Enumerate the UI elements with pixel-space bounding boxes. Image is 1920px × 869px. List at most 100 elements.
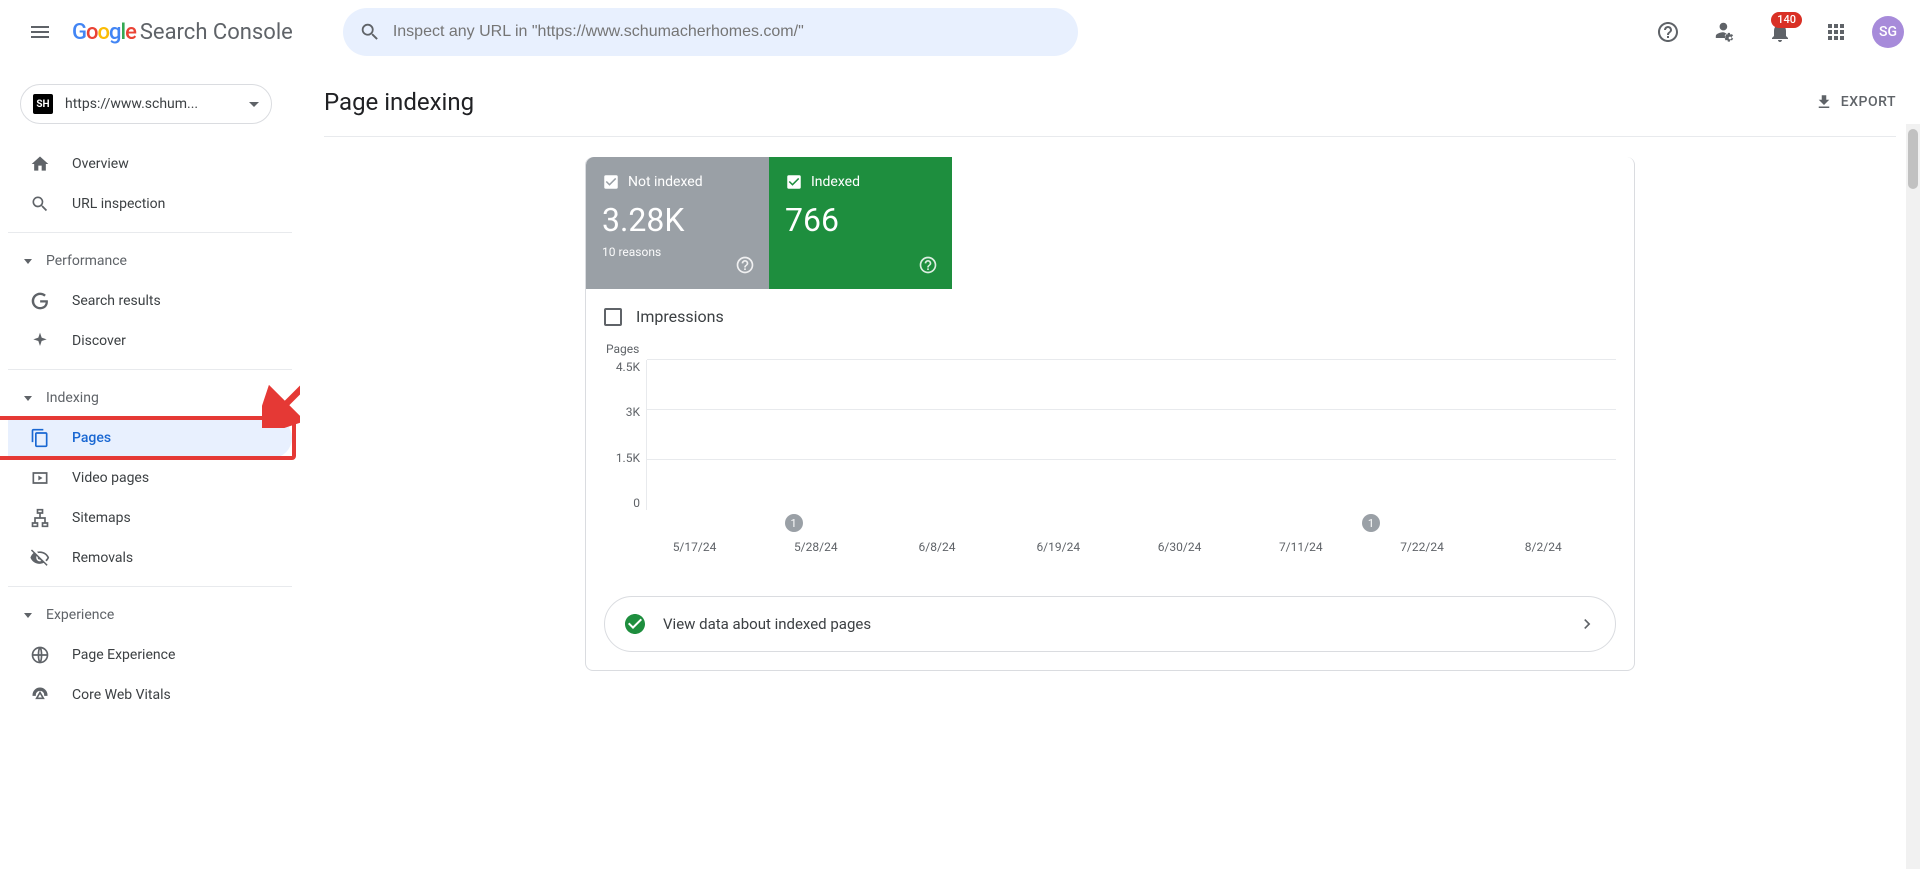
url-inspect-search[interactable] xyxy=(343,8,1078,56)
arrow-down-icon xyxy=(24,613,32,618)
x-tick: 5/17/24 xyxy=(673,540,717,554)
chart: Pages 4.5K3K1.5K0 11 5/17/245/28/246/8/2… xyxy=(586,332,1634,580)
kpi-help-icon[interactable] xyxy=(918,255,938,275)
notifications-button[interactable]: 140 xyxy=(1756,8,1804,56)
help-button[interactable] xyxy=(1644,8,1692,56)
chart-bars xyxy=(646,360,1616,510)
section-toggle-performance[interactable]: Performance xyxy=(8,241,292,281)
sidebar-item-url-inspection[interactable]: URL inspection xyxy=(8,184,292,224)
sidebar-item-label: Search results xyxy=(72,293,161,309)
x-tick: 5/28/24 xyxy=(794,540,838,554)
arrow-down-icon xyxy=(24,259,32,264)
sidebar-item-label: Pages xyxy=(72,430,111,446)
user-settings-button[interactable] xyxy=(1700,8,1748,56)
y-axis: 4.5K3K1.5K0 xyxy=(604,360,646,510)
section-title: Experience xyxy=(46,607,114,623)
discover-icon xyxy=(28,331,52,351)
download-icon xyxy=(1815,93,1833,111)
google-logo: Google xyxy=(72,20,136,45)
sidebar-item-label: Core Web Vitals xyxy=(72,687,171,703)
sidebar-item-label: Video pages xyxy=(72,470,149,486)
kpi-help-icon[interactable] xyxy=(735,255,755,275)
globe-icon xyxy=(28,645,52,665)
scrollbar[interactable] xyxy=(1906,124,1920,869)
speed-icon xyxy=(28,685,52,705)
kpi-not-indexed[interactable]: Not indexed 3.28K 10 reasons xyxy=(586,157,769,289)
header-actions: 140 SG xyxy=(1644,8,1904,56)
chart-marker[interactable]: 1 xyxy=(1362,514,1380,532)
sidebar-item-label: Discover xyxy=(72,333,126,349)
pages-icon xyxy=(28,428,52,448)
chevron-right-icon xyxy=(1577,614,1597,634)
sidebar: SH https://www.schum... Overview URL ins… xyxy=(0,64,300,869)
visibility-off-icon xyxy=(28,548,52,568)
video-icon xyxy=(28,468,52,488)
section-title: Performance xyxy=(46,253,127,269)
search-icon xyxy=(359,21,381,43)
main-content: Page indexing EXPORT Not indexed 3.28K 1… xyxy=(300,64,1920,869)
checkbox-checked-icon xyxy=(602,173,620,191)
x-tick: 6/30/24 xyxy=(1158,540,1202,554)
x-tick: 7/22/24 xyxy=(1400,540,1444,554)
kpi-label: Indexed xyxy=(811,174,860,190)
impressions-label: Impressions xyxy=(636,307,724,326)
sitemap-icon xyxy=(28,508,52,528)
page-title: Page indexing xyxy=(324,88,474,116)
impressions-toggle[interactable]: Impressions xyxy=(586,289,1634,332)
export-button[interactable]: EXPORT xyxy=(1815,93,1896,111)
google-g-icon xyxy=(28,291,52,311)
sidebar-item-overview[interactable]: Overview xyxy=(8,144,292,184)
arrow-down-icon xyxy=(24,396,32,401)
url-inspect-input[interactable] xyxy=(393,23,1070,41)
x-tick: 8/2/24 xyxy=(1525,540,1562,554)
sidebar-item-removals[interactable]: Removals xyxy=(8,538,292,578)
x-tick: 7/11/24 xyxy=(1279,540,1323,554)
apps-button[interactable] xyxy=(1812,8,1860,56)
product-logo[interactable]: Google Search Console xyxy=(72,20,293,45)
x-tick: 6/19/24 xyxy=(1036,540,1080,554)
app-header: Google Search Console 140 SG xyxy=(0,0,1920,64)
sidebar-item-sitemaps[interactable]: Sitemaps xyxy=(8,498,292,538)
account-avatar[interactable]: SG xyxy=(1872,16,1904,48)
chart-marker[interactable]: 1 xyxy=(785,514,803,532)
y-axis-label: Pages xyxy=(606,342,1616,356)
section-toggle-indexing[interactable]: Indexing xyxy=(8,378,292,418)
sidebar-item-search-results[interactable]: Search results xyxy=(8,281,292,321)
kpi-label: Not indexed xyxy=(628,174,703,190)
home-icon xyxy=(28,154,52,174)
product-name: Search Console xyxy=(140,20,293,45)
export-label: EXPORT xyxy=(1841,94,1896,110)
sidebar-item-page-experience[interactable]: Page Experience xyxy=(8,635,292,675)
index-status-card: Not indexed 3.28K 10 reasons Indexed 766 xyxy=(585,157,1635,671)
section-title: Indexing xyxy=(46,390,99,406)
sidebar-item-label: Removals xyxy=(72,550,133,566)
checkbox-checked-icon xyxy=(785,173,803,191)
kpi-value: 766 xyxy=(785,201,936,239)
sidebar-item-label: Page Experience xyxy=(72,647,175,663)
chevron-down-icon xyxy=(249,102,259,107)
section-toggle-experience[interactable]: Experience xyxy=(8,595,292,635)
sidebar-item-discover[interactable]: Discover xyxy=(8,321,292,361)
sidebar-item-core-web-vitals[interactable]: Core Web Vitals xyxy=(8,675,292,715)
x-axis: 5/17/24 5/28/24 6/8/24 6/19/24 6/30/24 7/11/2… xyxy=(646,540,1616,560)
info-row-text: View data about indexed pages xyxy=(663,615,1561,633)
check-circle-icon xyxy=(623,612,647,636)
checkbox-unchecked-icon xyxy=(604,308,622,326)
property-selector[interactable]: SH https://www.schum... xyxy=(20,84,272,124)
view-indexed-pages-row[interactable]: View data about indexed pages xyxy=(604,596,1616,652)
kpi-indexed[interactable]: Indexed 766 xyxy=(769,157,952,289)
notifications-badge: 140 xyxy=(1771,12,1802,28)
sidebar-item-video-pages[interactable]: Video pages xyxy=(8,458,292,498)
kpi-value: 3.28K xyxy=(602,201,753,239)
search-icon xyxy=(28,194,52,214)
kpi-sub: 10 reasons xyxy=(602,245,753,259)
property-label: https://www.schum... xyxy=(65,96,241,112)
x-tick: 6/8/24 xyxy=(919,540,956,554)
chart-markers: 11 xyxy=(646,514,1616,536)
sidebar-item-label: Overview xyxy=(72,156,129,172)
sidebar-item-pages[interactable]: Pages xyxy=(8,418,292,458)
sidebar-item-label: URL inspection xyxy=(72,196,165,212)
menu-button[interactable] xyxy=(16,8,64,56)
sidebar-item-label: Sitemaps xyxy=(72,510,131,526)
property-favicon: SH xyxy=(33,94,53,114)
